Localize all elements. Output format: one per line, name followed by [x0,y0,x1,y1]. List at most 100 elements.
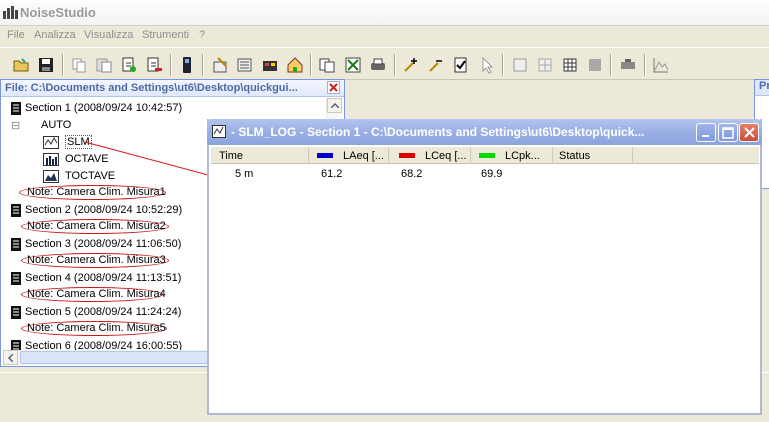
tool-icon[interactable] [261,56,279,74]
tree-section-1[interactable]: Section 1 (2008/09/24 10:42:57) [11,100,182,116]
menu-strumenti[interactable]: Strumenti [142,29,189,41]
save-icon[interactable] [37,56,55,74]
chart-icon[interactable] [652,56,670,74]
tree-label: Note: Camera Clim. Misura4 [27,288,166,300]
tree-section-4[interactable]: Section 4 (2008/09/24 11:13:51) [11,270,181,286]
column-header-time[interactable]: Time [211,147,309,164]
marker-minus-icon[interactable] [427,56,445,74]
column-label: LCeq [... [425,149,467,162]
tree-connector: ⊟ [11,119,21,132]
column-header-lcpk[interactable]: LCpk... [471,147,553,164]
minimize-button[interactable] [696,123,716,142]
octave-chart-icon [43,152,59,166]
app-title: NoiseStudio [20,5,96,20]
column-header-status[interactable]: Status [553,147,633,164]
config-icon[interactable] [236,56,254,74]
slm-log-window: - SLM_LOG - Section 1 - C:\Documents and… [207,119,762,415]
duplicate-icon[interactable] [318,56,336,74]
column-header-laeq[interactable]: LAeq [... [309,147,389,164]
tree-label: Note: Camera Clim. Misura3 [27,254,166,266]
section-doc-icon [11,339,21,350]
toolbar-separator [644,54,646,76]
tree-item-octave[interactable]: OCTAVE [43,151,109,167]
column-header-lceq[interactable]: LCeq [... [389,147,471,164]
section-doc-icon [11,305,21,319]
gear-icon[interactable] [619,56,637,74]
column-label: Status [559,149,591,162]
tree-label: Note: Camera Clim. Misura2 [27,220,166,232]
tree-note-1[interactable]: Note: Camera Clim. Misura1 [27,184,166,200]
scroll-left-button[interactable] [3,350,18,365]
tree-section-5[interactable]: Section 5 (2008/09/24 11:24:24) [11,304,181,320]
table-icon[interactable] [561,56,579,74]
tree-label: Note: Camera Clim. Misura5 [27,322,166,334]
tree-item-slm[interactable]: SLM [43,134,92,150]
file-window-titlebar[interactable]: File: C:\Documents and Settings\ut6\Desk… [1,80,344,97]
tree-note-2[interactable]: Note: Camera Clim. Misura2 [27,218,166,234]
pointer-icon[interactable] [478,56,496,74]
add-doc-icon[interactable] [120,56,138,74]
toctave-chart-icon [43,169,59,183]
stop-icon[interactable] [586,56,604,74]
chevron-up-icon [330,103,339,108]
close-icon [743,127,755,138]
print-icon[interactable] [369,56,387,74]
maximize-icon [722,126,734,139]
column-label: LCpk... [505,149,540,162]
tree-group-auto[interactable]: ⊟ AUTO [11,117,71,133]
marker-plus-icon[interactable] [402,56,420,74]
toolbar-separator [610,54,612,76]
tree-label: Section 2 (2008/09/24 10:52:29) [25,204,183,216]
remove-doc-icon[interactable] [145,56,163,74]
menu-visualizza[interactable]: Visualizza [84,29,133,41]
maximize-button[interactable] [718,123,738,142]
tree-section-3[interactable]: Section 3 (2008/09/24 11:06:50) [11,236,181,252]
export-excel-icon[interactable] [344,56,362,74]
slm-window-titlebar[interactable]: - SLM_LOG - Section 1 - C:\Documents and… [207,119,762,145]
app-titlebar: NoiseStudio [0,0,769,26]
toolbar-separator [502,54,504,76]
settings-icon[interactable] [212,56,230,74]
slm-log-table: Time LAeq [... LCeq [... LCpk... Status … [211,147,759,411]
close-icon[interactable] [327,81,340,94]
slm-window-title: - SLM_LOG - Section 1 - C:\Documents and… [231,125,645,139]
menu-file[interactable]: File [7,29,25,41]
cell-lcpk: 69.9 [481,168,503,180]
open-folder-icon[interactable] [12,56,30,74]
column-label: LAeq [... [343,149,384,162]
scroll-up-button[interactable] [327,98,342,113]
app-logo-icon [3,6,18,19]
tree-item-toctave[interactable]: TOCTAVE [43,168,115,184]
device-icon[interactable] [178,56,196,74]
frame-icon[interactable] [511,56,529,74]
tree-note-4[interactable]: Note: Camera Clim. Misura4 [27,286,166,302]
toolbar [0,47,769,80]
paste-doc-icon[interactable] [95,56,113,74]
slm-chart-icon [43,135,59,149]
section-doc-icon [11,203,21,217]
check-doc-icon[interactable] [452,56,470,74]
grid-icon[interactable] [536,56,554,74]
tree-note-3[interactable]: Note: Camera Clim. Misura3 [27,252,166,268]
menu-bar: File Analizza Visualizza Strumenti ? [0,26,769,46]
tree-section-2[interactable]: Section 2 (2008/09/24 10:52:29) [11,202,182,218]
table-header: Time LAeq [... LCeq [... LCpk... Status [211,147,759,164]
tree-label: Section 6 (2008/09/24 16:00:55) [25,340,183,350]
menu-analizza[interactable]: Analizza [34,29,76,41]
tree-section-6[interactable]: Section 6 (2008/09/24 16:00:55) [11,338,182,350]
tree-label: Section 4 (2008/09/24 11:13:51) [25,272,182,284]
toolbar-separator [62,54,64,76]
column-label: Time [219,149,244,162]
toolbar-separator [394,54,396,76]
tree-label: OCTAVE [65,153,109,165]
partial-window-title: Pr [755,80,769,96]
home-icon[interactable] [286,56,304,74]
toolbar-separator [202,54,204,76]
toolbar-separator [170,54,172,76]
tree-note-5[interactable]: Note: Camera Clim. Misura5 [27,320,166,336]
copy-doc-icon[interactable] [70,56,88,74]
close-button[interactable] [739,123,759,142]
menu-help[interactable]: ? [199,29,205,41]
slm-chart-icon [212,125,226,138]
tree-label: Note: Camera Clim. Misura1 [27,186,166,198]
